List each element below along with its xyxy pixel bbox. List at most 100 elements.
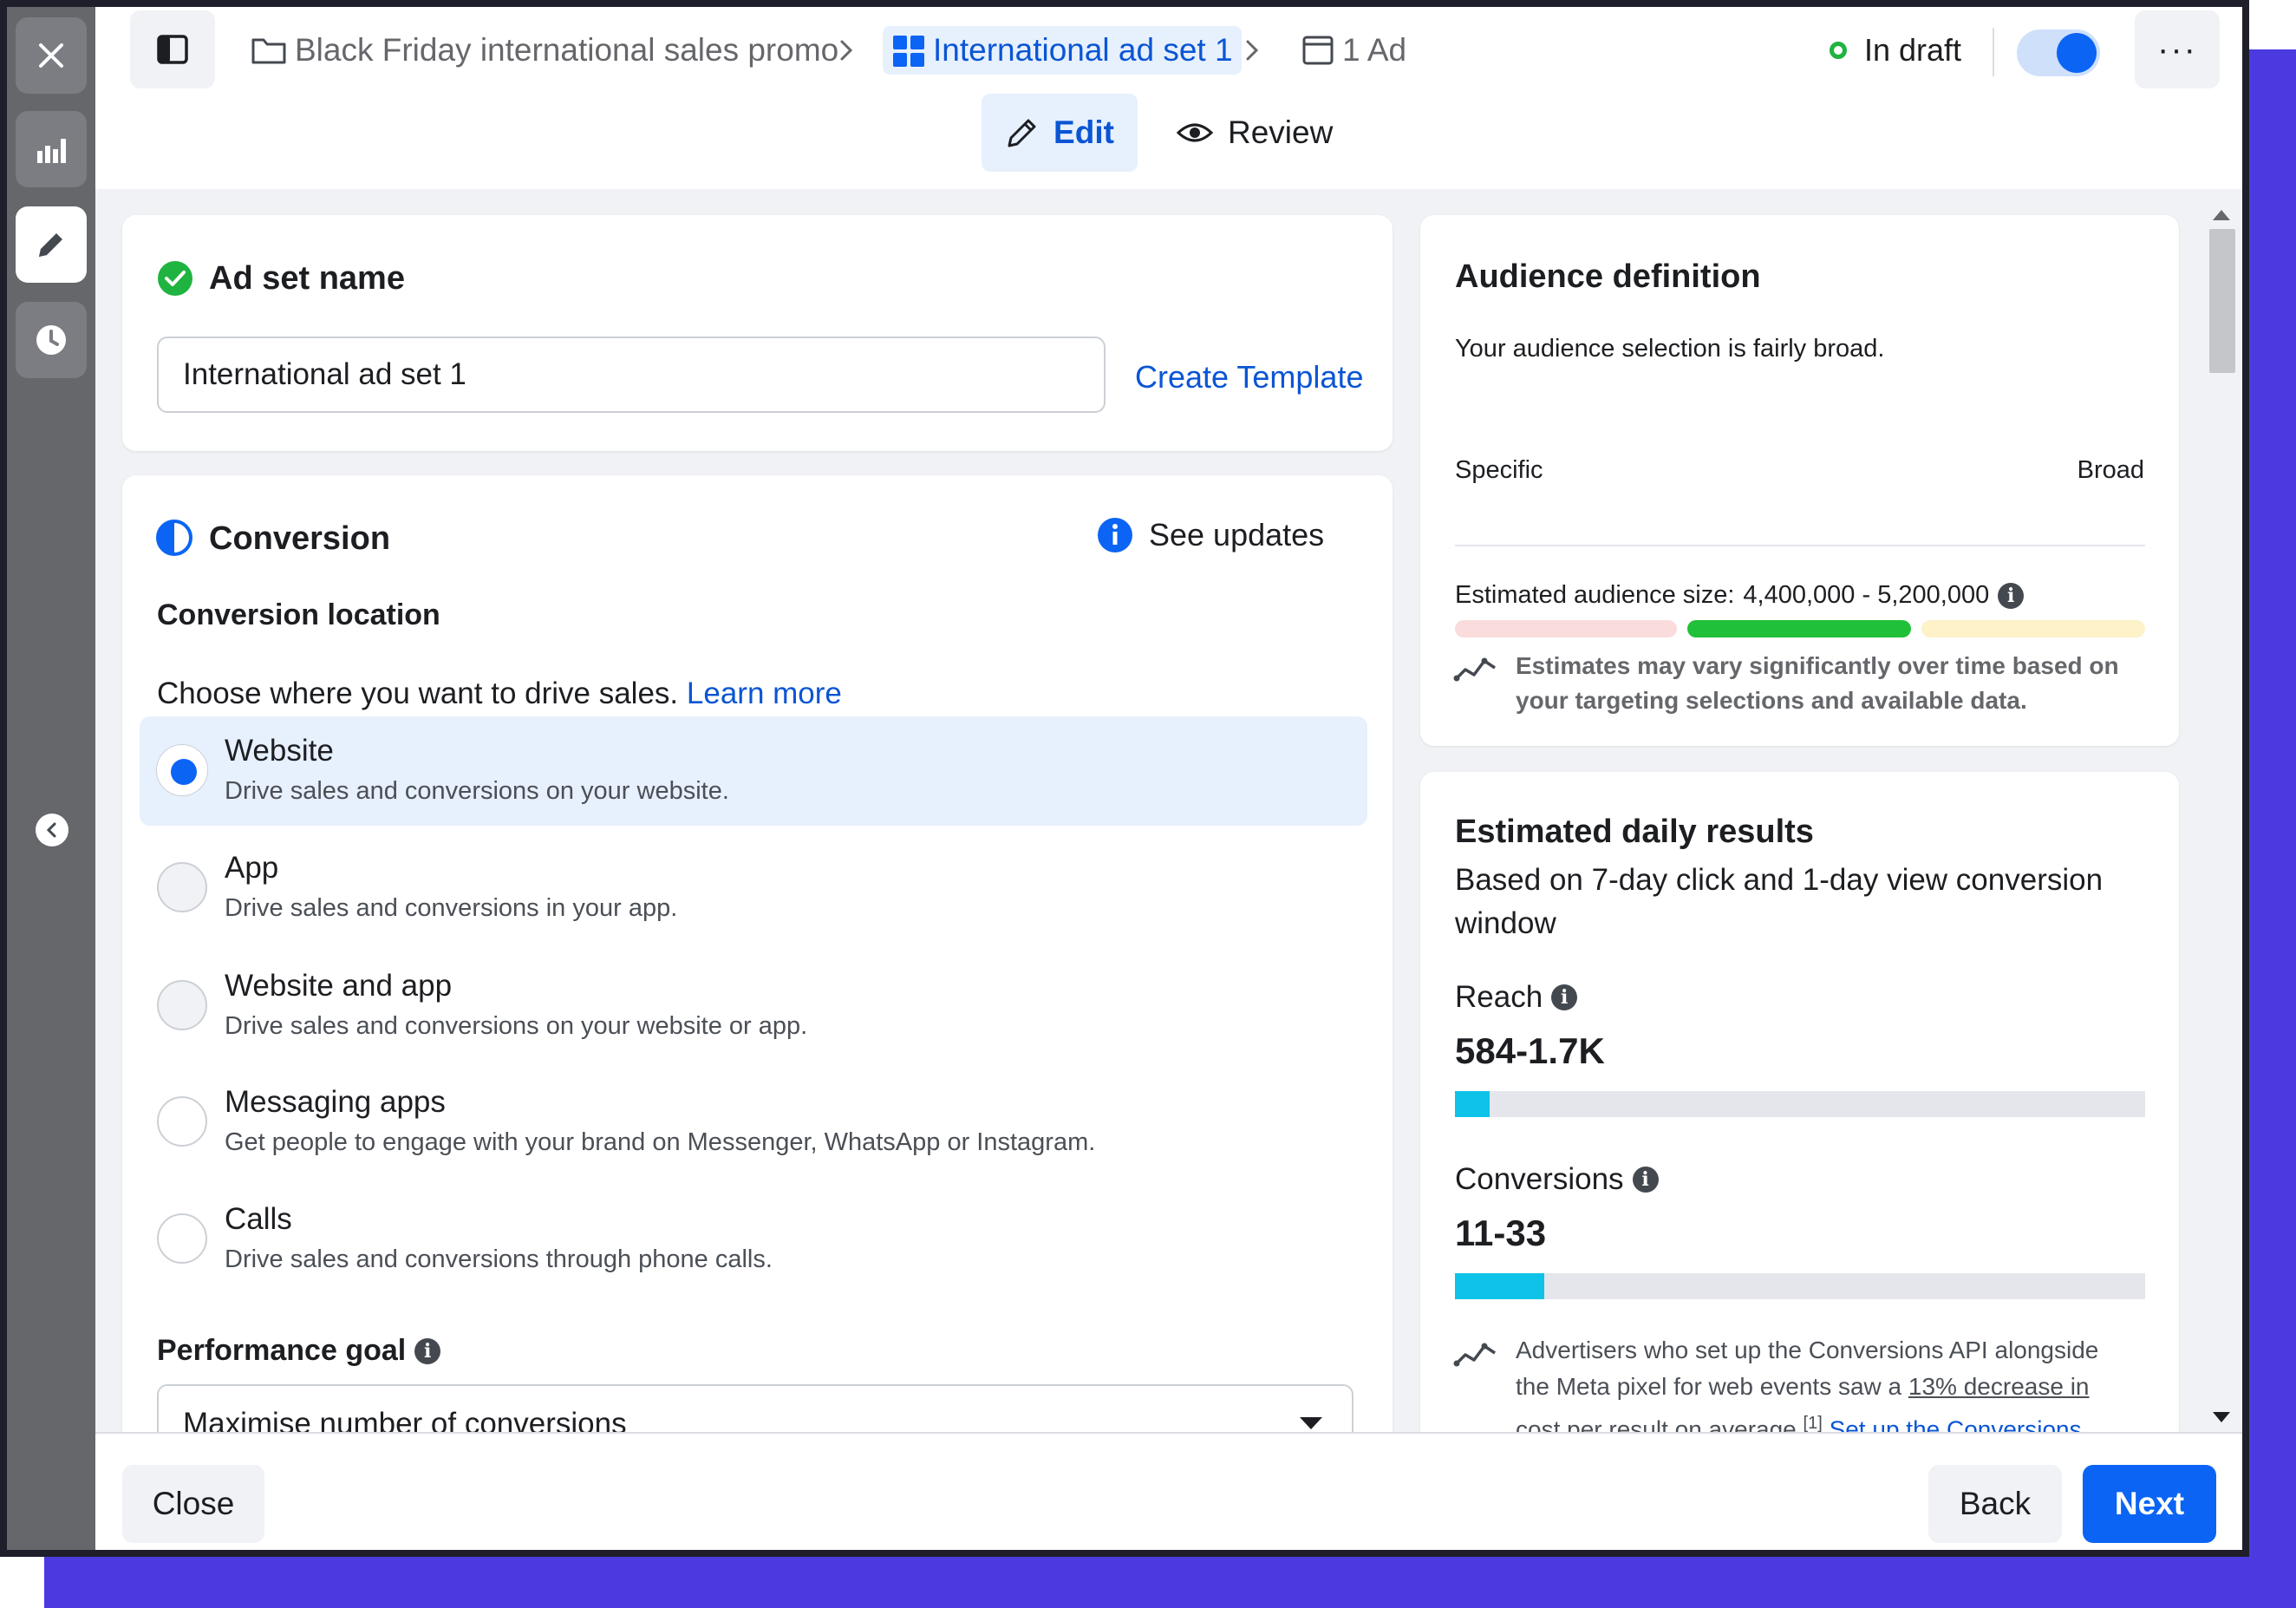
daily-results-subtitle-line1: Based on 7-day click and 1-day view conv… [1455, 863, 2104, 897]
caret-down-icon [1300, 1417, 1322, 1429]
eye-icon [1176, 123, 1214, 142]
footnote-ref: [1] [1803, 1414, 1823, 1433]
footer-bar: Close Back Next [95, 1432, 2242, 1550]
bar-chart-icon [37, 139, 66, 163]
conversions-api-note-line1: Advertisers who set up the Conversions A… [1516, 1337, 2099, 1363]
conversion-location-help: Choose where you want to drive sales. Le… [157, 677, 842, 711]
breadcrumb-ad-label: 1 Ad [1342, 32, 1407, 68]
folder-icon [251, 38, 286, 64]
draft-status-label: In draft [1864, 32, 1962, 68]
info-icon[interactable]: i [1632, 1167, 1659, 1193]
option-app-label: App [225, 851, 279, 885]
breadcrumb-ad-set[interactable]: International ad set 1 [883, 26, 1242, 75]
conversion-location-title: Conversion location [157, 598, 440, 631]
radio-calls[interactable] [157, 1213, 207, 1264]
check-circle-icon [158, 261, 192, 296]
more-options-button[interactable]: ··· [2135, 10, 2220, 88]
radio-website-and-app[interactable] [157, 980, 207, 1030]
close-button[interactable]: Close [122, 1465, 264, 1543]
audience-meter-broad [1921, 620, 2145, 637]
chevron-left-icon [46, 822, 56, 838]
ad-set-name-card: Ad set name International ad set 1 Creat… [122, 215, 1393, 451]
more-icon: ··· [2157, 29, 2197, 69]
option-calls[interactable]: Calls Drive sales and conversions throug… [140, 1185, 1367, 1294]
close-rail-button[interactable] [16, 17, 87, 94]
scroll-down-icon[interactable] [2213, 1412, 2230, 1422]
left-rail [7, 7, 95, 1550]
daily-results-title: Estimated daily results [1455, 814, 1814, 850]
option-calls-desc: Drive sales and conversions through phon… [225, 1245, 773, 1273]
option-website[interactable]: Website Drive sales and conversions on y… [140, 716, 1367, 826]
edit-rail-button[interactable] [16, 206, 87, 283]
pencil-icon [1008, 119, 1036, 147]
radio-messaging-apps[interactable] [157, 1096, 207, 1147]
draft-status: In draft [1830, 26, 1961, 75]
note-line2-text: the Meta pixel for web events saw a [1516, 1373, 1908, 1400]
ad-set-name-input[interactable]: International ad set 1 [157, 337, 1106, 413]
pencil-icon [39, 233, 62, 257]
reach-bar-fill [1455, 1091, 1490, 1117]
tab-edit[interactable]: Edit [982, 94, 1138, 172]
audience-title: Audience definition [1455, 258, 1761, 295]
tab-review[interactable]: Review [1176, 94, 1333, 172]
half-circle-icon [156, 520, 192, 556]
info-icon[interactable]: i [1998, 582, 2025, 609]
option-website-label: Website [225, 734, 334, 768]
audience-meter-middle [1687, 620, 1911, 637]
option-website-desc: Drive sales and conversions on your webs… [225, 777, 729, 805]
header-divider [1993, 28, 1994, 76]
status-dot-icon [1830, 42, 1847, 59]
create-template-link[interactable]: Create Template [1135, 359, 1363, 395]
daily-results-subtitle-line2: window [1455, 906, 1556, 940]
see-updates-button[interactable]: See updates [1097, 517, 1324, 553]
back-button[interactable]: Back [1928, 1465, 2062, 1543]
breadcrumb-ad-set-label: International ad set 1 [933, 32, 1233, 68]
clock-icon [36, 325, 66, 355]
performance-goal-title: Performance goal [157, 1334, 407, 1367]
ad-set-toggle[interactable] [2017, 29, 2100, 76]
option-app-desc: Drive sales and conversions in your app. [225, 894, 678, 922]
breadcrumb-campaign[interactable]: Black Friday international sales promo [250, 26, 838, 75]
breadcrumb-campaign-label: Black Friday international sales promo [295, 32, 839, 68]
radio-website[interactable] [157, 745, 207, 795]
conversions-bar [1455, 1273, 2145, 1299]
learn-more-link[interactable]: Learn more [687, 677, 842, 710]
option-website-and-app-label: Website and app [225, 969, 453, 1003]
option-website-and-app[interactable]: Website and app Drive sales and conversi… [140, 951, 1367, 1061]
audience-note-line1: Estimates may vary significantly over ti… [1516, 652, 2119, 679]
audience-summary: Your audience selection is fairly broad. [1455, 335, 1885, 363]
option-messaging-apps[interactable]: Messaging apps Get people to engage with… [140, 1068, 1367, 1177]
tab-review-label: Review [1228, 114, 1334, 150]
option-messaging-apps-label: Messaging apps [225, 1085, 446, 1119]
next-button[interactable]: Next [2083, 1465, 2216, 1543]
audience-definition-card: Audience definition Your audience select… [1420, 215, 2179, 746]
history-rail-button[interactable] [16, 302, 87, 378]
reports-rail-button[interactable] [16, 111, 87, 187]
audience-note-line2: your targeting selections and available … [1516, 687, 2027, 714]
conversions-label: Conversions [1455, 1162, 1624, 1196]
info-icon[interactable]: i [414, 1337, 441, 1364]
audience-size-value: 4,400,000 - 5,200,000 [1743, 581, 1990, 609]
radio-app[interactable] [157, 862, 207, 912]
ad-window-icon [1302, 36, 1334, 65]
scroll-thumb[interactable] [2209, 229, 2235, 373]
sidebar-panel-icon [157, 35, 188, 64]
chevron-right-icon [1246, 40, 1259, 61]
content-scrollbar[interactable] [2202, 203, 2237, 1435]
choose-text: Choose where you want to drive sales. [157, 677, 679, 710]
option-app[interactable]: App Drive sales and conversions in your … [140, 833, 1367, 943]
info-circle-icon [1098, 518, 1132, 552]
decrease-link[interactable]: 13% decrease in [1908, 1373, 2090, 1400]
option-messaging-apps-desc: Get people to engage with your brand on … [225, 1128, 1096, 1156]
collapse-rail-button[interactable] [36, 814, 68, 846]
meter-specific-label: Specific [1455, 456, 1543, 484]
info-icon[interactable]: i [1551, 984, 1578, 1010]
meter-broad-label: Broad [2077, 456, 2144, 484]
breadcrumb-ad[interactable]: 1 Ad [1301, 26, 1406, 75]
sidebar-toggle-button[interactable] [130, 10, 215, 88]
conversions-api-note: Advertisers who set up the Conversions A… [1516, 1332, 2098, 1448]
conversions-value: 11-33 [1455, 1213, 1547, 1253]
scroll-up-icon[interactable] [2213, 210, 2230, 220]
option-website-and-app-desc: Drive sales and conversions on your webs… [225, 1012, 808, 1040]
tab-edit-label: Edit [1053, 114, 1114, 150]
